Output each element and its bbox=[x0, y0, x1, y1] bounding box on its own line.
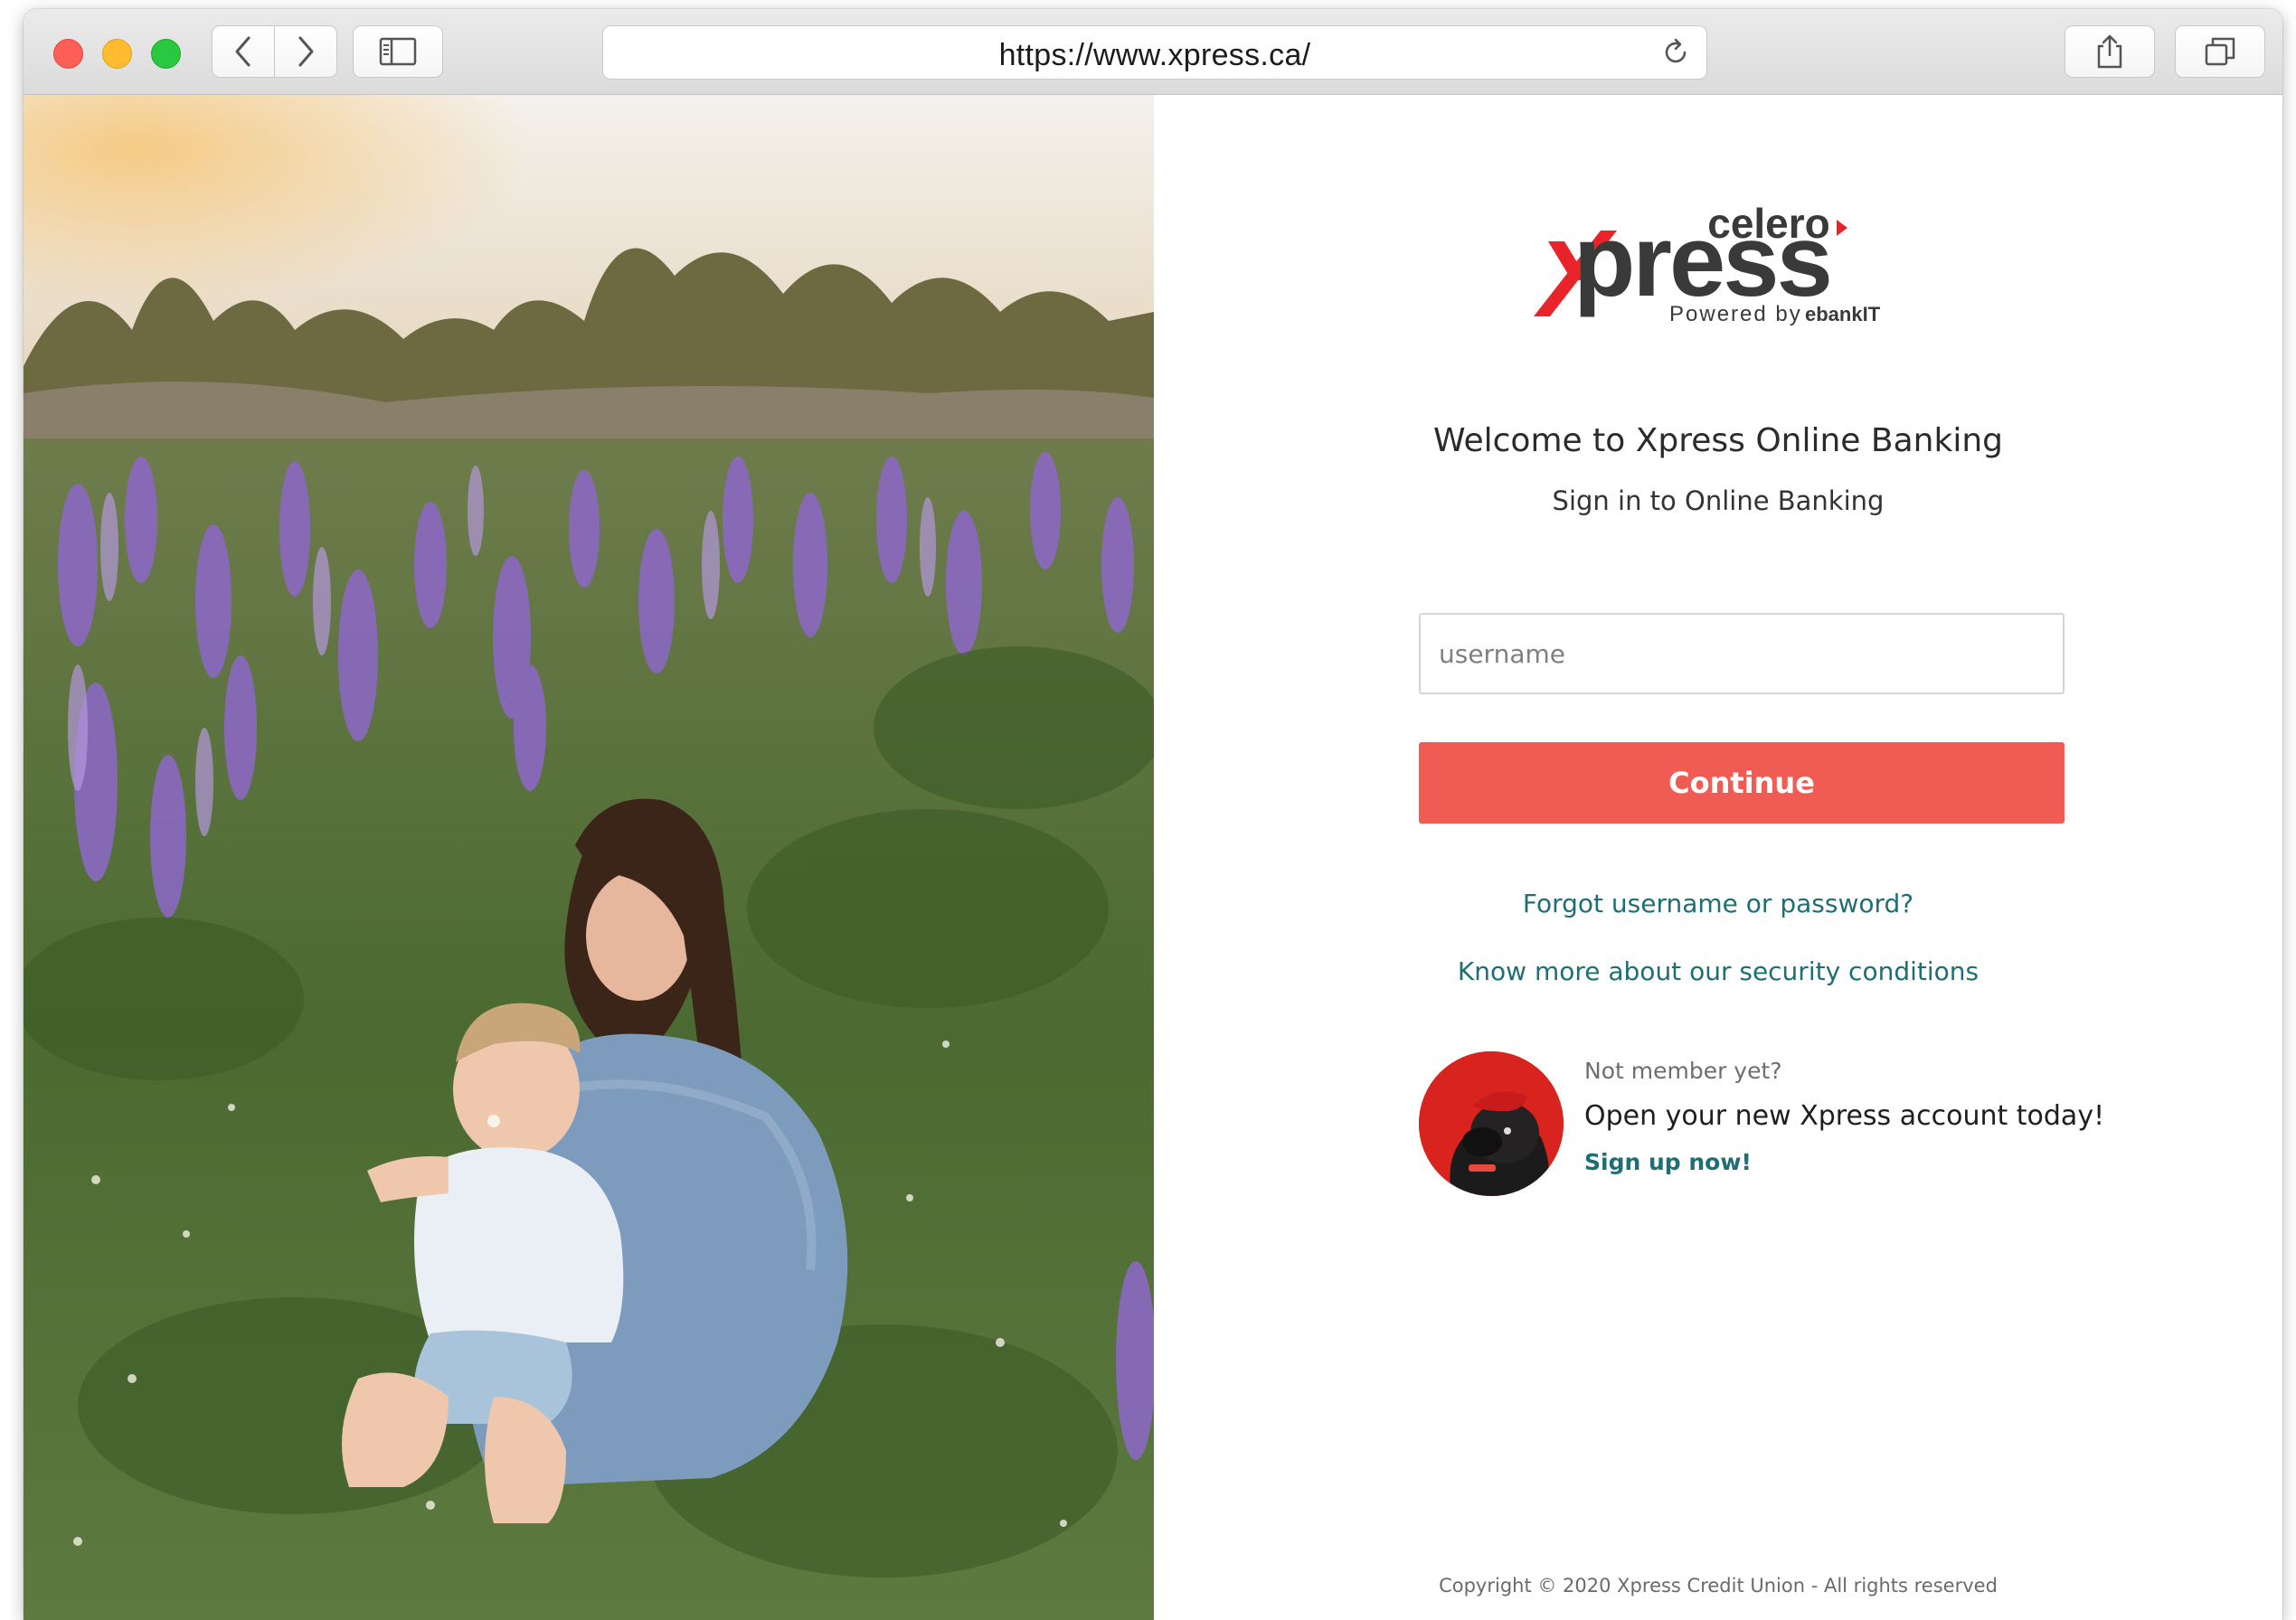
forgot-credentials-link[interactable]: Forgot username or password? bbox=[1154, 889, 2282, 918]
chevron-left-icon bbox=[235, 36, 250, 67]
page-title: Welcome to Xpress Online Banking bbox=[1433, 422, 2003, 459]
browser-window: https://www.xpress.ca/ celero press Powe… bbox=[24, 9, 2282, 1620]
close-window-button[interactable] bbox=[53, 39, 83, 69]
security-conditions-link[interactable]: Know more about our security conditions bbox=[1154, 956, 2282, 986]
hero-photo bbox=[24, 95, 1154, 1620]
back-button[interactable] bbox=[212, 25, 275, 78]
continue-button[interactable]: Continue bbox=[1419, 742, 2065, 824]
svg-text:Powered by: Powered by bbox=[1669, 302, 1802, 326]
forward-button[interactable] bbox=[274, 25, 337, 78]
browser-toolbar: https://www.xpress.ca/ bbox=[24, 9, 2282, 95]
address-bar[interactable]: https://www.xpress.ca/ bbox=[602, 25, 1707, 80]
minimize-window-button[interactable] bbox=[102, 39, 132, 69]
url-text[interactable]: https://www.xpress.ca/ bbox=[603, 38, 1706, 73]
promo-eyebrow: Not member yet? bbox=[1584, 1058, 1782, 1084]
svg-text:ebankIT: ebankIT bbox=[1805, 303, 1881, 325]
tab-overview-button[interactable] bbox=[2175, 25, 2265, 78]
chevron-right-icon bbox=[298, 36, 314, 67]
sidebar-toggle-button[interactable] bbox=[353, 25, 443, 78]
hero-photo-illustration bbox=[24, 95, 1154, 1620]
tabs-overview-icon bbox=[2205, 37, 2235, 66]
promo-avatar bbox=[1419, 1051, 1564, 1196]
svg-text:press: press bbox=[1573, 204, 1830, 317]
share-button[interactable] bbox=[2065, 25, 2155, 78]
copyright-text: Copyright © 2020 Xpress Credit Union - A… bbox=[1439, 1575, 1998, 1596]
promo-headline: Open your new Xpress account today! bbox=[1584, 1100, 2105, 1132]
sidebar-icon bbox=[379, 37, 417, 66]
dog-beret-illustration bbox=[1419, 1051, 1564, 1196]
login-panel: celero press Powered by ebankIT Welcome … bbox=[1154, 95, 2282, 1620]
page-subtitle: Sign in to Online Banking bbox=[1552, 485, 1885, 516]
share-icon bbox=[2097, 34, 2122, 69]
reload-icon[interactable] bbox=[1659, 36, 1692, 69]
username-input[interactable] bbox=[1419, 613, 2065, 694]
xpress-logo: celero press Powered by ebankIT bbox=[1534, 200, 1881, 326]
sign-up-link[interactable]: Sign up now! bbox=[1584, 1149, 1752, 1175]
zoom-window-button[interactable] bbox=[151, 39, 181, 69]
